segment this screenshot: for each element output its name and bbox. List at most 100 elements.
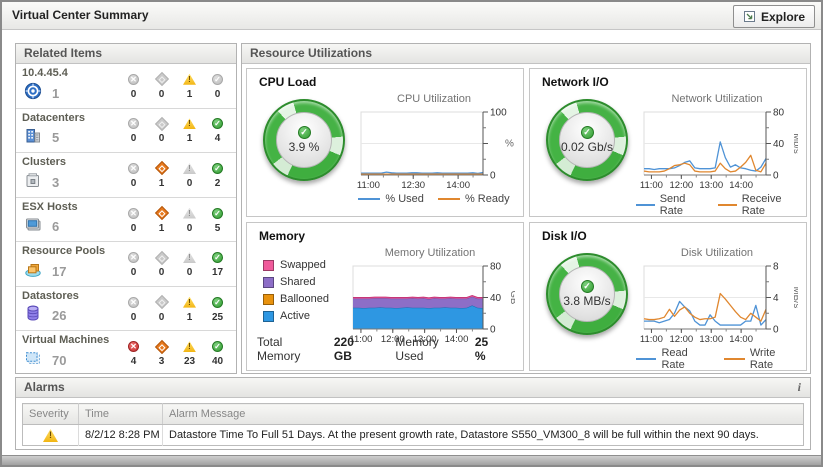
legend-swatch xyxy=(263,311,274,322)
fatal-status[interactable]: ✕0 xyxy=(121,207,146,234)
network-chart-title: Network Utilization xyxy=(671,93,762,107)
critical-status-count: 0 xyxy=(159,267,165,278)
fatal-status[interactable]: ✕0 xyxy=(121,296,146,323)
cpu-chart-title: CPU Utilization xyxy=(397,93,471,107)
critical-status[interactable]: 3 xyxy=(149,340,174,367)
warning-status[interactable]: !1 xyxy=(177,117,202,144)
fatal-status[interactable]: ✕0 xyxy=(121,162,146,189)
critical-status-icon xyxy=(154,340,168,354)
warning-status-count: 1 xyxy=(187,89,193,100)
disk-utilization-chart: 11:0012:0013:0014:00048MB/s xyxy=(636,261,798,345)
fatal-status-count: 0 xyxy=(131,223,137,234)
warning-status-icon: ! xyxy=(183,163,196,174)
critical-status[interactable]: 0 xyxy=(149,73,174,100)
chart-legend-item: Receive Rate xyxy=(718,193,798,217)
svg-text:100: 100 xyxy=(490,108,507,119)
svg-text:12:00: 12:00 xyxy=(669,180,693,191)
critical-status-count: 1 xyxy=(159,178,165,189)
critical-status-icon xyxy=(154,206,168,220)
window-bottom-edge xyxy=(2,455,821,465)
critical-status-count: 1 xyxy=(159,223,165,234)
related-item-count: 6 xyxy=(52,219,59,234)
normal-status-icon: ✓ xyxy=(212,118,223,129)
memory-summary: Total Memory 220 GB Memory Used 25 % xyxy=(257,335,515,363)
related-item-row[interactable]: Datacenters5✕00!1✓4 xyxy=(16,108,236,153)
resource-utilizations-panel: Resource Utilizations CPU Load ✓ 3.9 % xyxy=(241,43,811,374)
normal-status-icon: ✓ xyxy=(581,280,594,293)
svg-text:40: 40 xyxy=(773,139,785,150)
warning-status-icon: ! xyxy=(43,429,58,442)
related-item-row[interactable]: Clusters3✕01!0✓2 xyxy=(16,152,236,197)
related-item-count: 5 xyxy=(52,130,59,145)
cpu-load-value: 3.9 % xyxy=(289,140,320,154)
memory-title: Memory xyxy=(259,229,515,243)
legend-line-swatch xyxy=(636,204,655,206)
explore-button[interactable]: Explore xyxy=(733,5,815,28)
alarm-row[interactable]: !8/2/12 8:28 PMDatastore Time To Full 51… xyxy=(23,425,804,446)
related-item-row[interactable]: Virtual Machines70✕43!23✓40 xyxy=(16,330,236,375)
warning-status-count: 0 xyxy=(187,223,193,234)
warning-status[interactable]: !1 xyxy=(177,296,202,323)
resource-utilizations-header: Resource Utilizations xyxy=(242,44,810,64)
warning-status[interactable]: !23 xyxy=(177,340,202,367)
column-header-time[interactable]: Time xyxy=(79,404,163,425)
fatal-status[interactable]: ✕0 xyxy=(121,73,146,100)
normal-status-count: 4 xyxy=(215,133,221,144)
column-header-severity[interactable]: Severity xyxy=(23,404,79,425)
critical-status[interactable]: 1 xyxy=(149,207,174,234)
memory-utilization-chart: 11:0012:0013:0014:0004080GB xyxy=(345,261,515,345)
critical-status[interactable]: 0 xyxy=(149,296,174,323)
related-items-header: Related Items xyxy=(16,44,236,64)
warning-status[interactable]: !0 xyxy=(177,251,202,278)
legend-label: Shared xyxy=(280,276,315,288)
related-item-row[interactable]: ESX Hosts6✕01!0✓5 xyxy=(16,197,236,242)
related-item-name: Virtual Machines xyxy=(22,334,118,346)
legend-line-swatch xyxy=(358,198,380,200)
related-item-row[interactable]: Resource Pools17✕00!0✓17 xyxy=(16,241,236,286)
memory-legend: SwappedSharedBalloonedActive xyxy=(255,243,345,345)
legend-label: Read Rate xyxy=(661,347,710,371)
normal-status-icon: ✓ xyxy=(212,252,223,263)
critical-status[interactable]: 1 xyxy=(149,162,174,189)
legend-swatch xyxy=(263,294,274,305)
info-icon[interactable]: i xyxy=(798,378,801,397)
datastore-icon xyxy=(24,304,42,327)
normal-status-icon: ✓ xyxy=(212,341,223,352)
cpu-utilization-chart: 11:0012:3014:000100% xyxy=(353,107,515,191)
warning-status[interactable]: !0 xyxy=(177,162,202,189)
related-item-row[interactable]: Datastores26✕00!1✓25 xyxy=(16,286,236,331)
memory-chart-title: Memory Utilization xyxy=(385,247,475,261)
related-item-name: ESX Hosts xyxy=(22,201,118,213)
svg-text:4: 4 xyxy=(773,293,779,304)
normal-status[interactable]: ✓25 xyxy=(205,296,230,323)
normal-status[interactable]: ✓5 xyxy=(205,207,230,234)
normal-status[interactable]: ✓2 xyxy=(205,162,230,189)
cpu-load-title: CPU Load xyxy=(259,75,515,89)
svg-text:0: 0 xyxy=(773,325,779,336)
normal-status[interactable]: ✓17 xyxy=(205,251,230,278)
critical-status[interactable]: 0 xyxy=(149,251,174,278)
alarm-severity-cell: ! xyxy=(23,425,79,446)
column-header-alarm-message[interactable]: Alarm Message xyxy=(163,404,804,425)
normal-status[interactable]: ✓40 xyxy=(205,340,230,367)
fatal-status[interactable]: ✕4 xyxy=(121,340,146,367)
svg-text:Mb/s: Mb/s xyxy=(791,133,798,154)
warning-status[interactable]: !1 xyxy=(177,73,202,100)
svg-text:13:00: 13:00 xyxy=(699,180,723,191)
svg-text:12:30: 12:30 xyxy=(401,180,425,191)
normal-status[interactable]: ✓4 xyxy=(205,117,230,144)
memory-box: Memory SwappedSharedBalloonedActive Memo… xyxy=(246,222,524,371)
warning-status-count: 0 xyxy=(187,178,193,189)
fatal-status[interactable]: ✕0 xyxy=(121,251,146,278)
fatal-status-icon: ✕ xyxy=(128,208,139,219)
critical-status[interactable]: 0 xyxy=(149,117,174,144)
total-memory-value: 220 GB xyxy=(334,335,374,363)
fatal-status[interactable]: ✕0 xyxy=(121,117,146,144)
warning-status[interactable]: !0 xyxy=(177,207,202,234)
normal-status[interactable]: ✓0 xyxy=(205,73,230,100)
normal-status-count: 2 xyxy=(215,178,221,189)
critical-status-icon xyxy=(154,295,168,309)
normal-status-icon: ✓ xyxy=(581,126,594,139)
normal-status-count: 0 xyxy=(215,89,221,100)
related-item-row[interactable]: 10.4.45.41✕00!1✓0 xyxy=(16,64,236,108)
